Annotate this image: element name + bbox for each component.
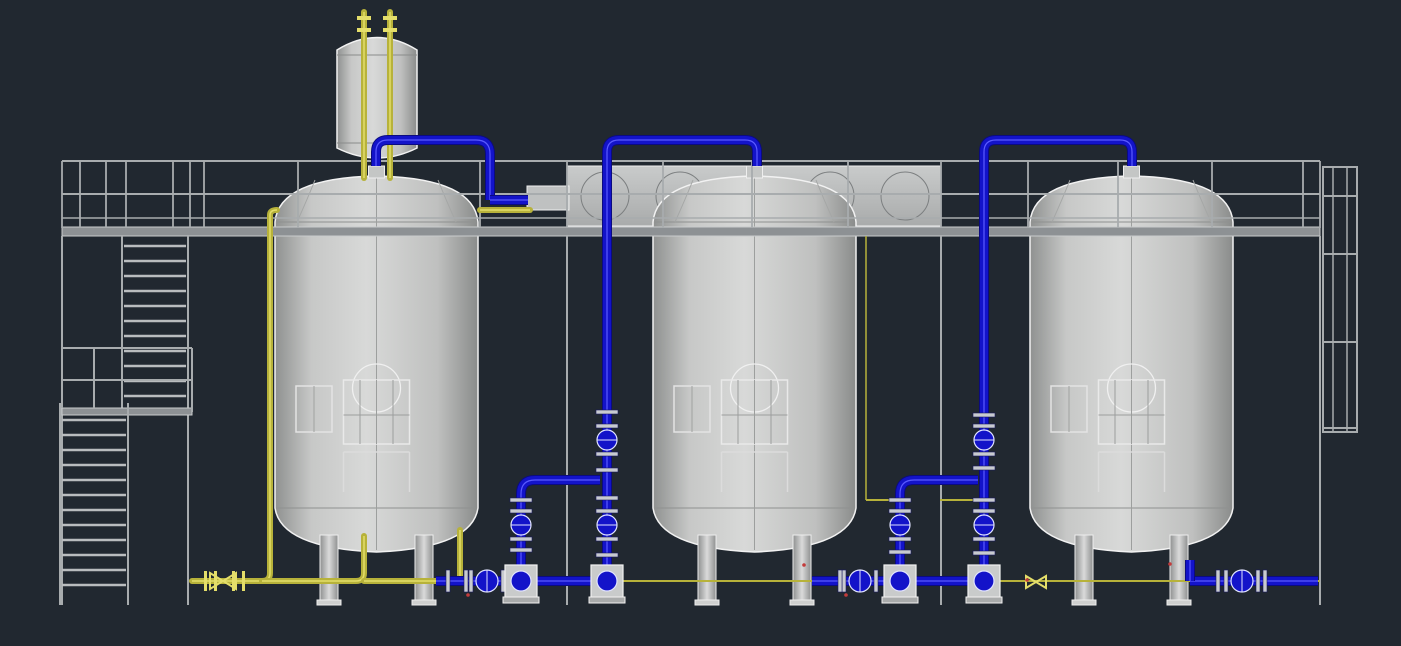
leg-base-plate [1166,599,1192,606]
flange-icon [972,451,996,457]
top-nozzle [368,165,385,179]
flange-icon [595,536,619,542]
vessel-group [274,165,1234,553]
pump-volute [973,570,995,592]
pump-icon [588,564,626,604]
pump-volute [889,570,911,592]
flange-icon [595,552,619,558]
flange-icon [1223,569,1229,593]
flange-icon [468,569,474,593]
flange-icon [500,569,506,593]
flange-icon [595,423,619,429]
pump-base [881,596,919,604]
utility-riser-left [189,207,280,584]
leg-base-plate [1071,599,1097,606]
flange-icon [509,547,533,553]
cad-model-viewport[interactable] [0,0,1401,646]
flange-icon [445,569,451,593]
flange-icon [204,571,207,591]
utility-riser-left-highlight [192,209,278,582]
flange-icon [837,569,843,593]
flange-icon [1215,569,1221,593]
vessel-3 [1029,165,1234,553]
flange-icon [1262,569,1268,593]
flange-icon [509,508,533,514]
flange-icon [972,497,996,503]
pump-volute [596,570,618,592]
leg-base-plate [694,599,720,606]
flange-icon [972,412,996,418]
support-leg [414,534,434,606]
flange-icon [357,28,371,32]
pump-base [502,596,540,604]
landing-handrail [61,347,193,412]
flange-icon [972,465,996,471]
support-leg [1074,534,1094,606]
flange-icon [463,569,469,593]
flange-icon [214,571,217,591]
leg-base-plate [316,599,342,606]
support-leg [792,534,812,606]
pump-icon [502,564,540,604]
pump-volute [510,570,532,592]
flange-icon [357,16,371,20]
flange-icon [595,508,619,514]
instrument-marker [466,593,470,597]
leg-base-plate [411,599,437,606]
flange-icon [972,550,996,556]
flange-icon [383,28,397,32]
flange-icon [242,571,245,591]
flange-icon [595,409,619,415]
leg-base-plate [789,599,815,606]
flange-icon [888,536,912,542]
pump-icon [881,564,919,604]
top-nozzle [1123,165,1140,179]
pump-icon [965,564,1003,604]
instrument-marker [1025,578,1029,582]
flange-icon [972,508,996,514]
vessel-2 [652,165,857,553]
flange-icon [509,536,533,542]
flange-icon [232,571,235,591]
support-leg [319,534,339,606]
top-nozzle [746,165,763,179]
flange-icon [595,495,619,501]
pump-base [965,596,1003,604]
flange-icon [383,16,397,20]
pump-base [588,596,626,604]
instrument-marker [1168,562,1172,566]
flange-icon [888,497,912,503]
process-plant-elevation-drawing [59,9,1358,606]
platform-deck-beam [61,226,1321,237]
flange-icon [873,569,879,593]
flange-icon [888,508,912,514]
flange-icon [972,423,996,429]
flange-icon [972,536,996,542]
flange-icon [1255,569,1261,593]
vessel-1 [274,165,479,553]
flange-icon [841,569,847,593]
flange-icon [888,549,912,555]
instrument-marker [802,563,806,567]
side-ladder-cage [1322,166,1358,433]
flange-icon [509,497,533,503]
flange-icon [595,467,619,473]
instrument-marker [844,593,848,597]
support-leg [697,534,717,606]
flange-icon [595,451,619,457]
